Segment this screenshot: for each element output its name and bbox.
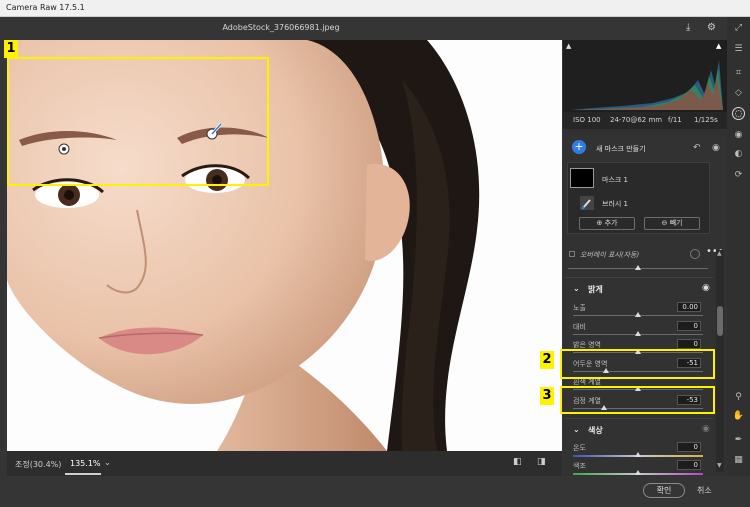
- annotation-label-3: 3: [540, 387, 554, 405]
- subtract-from-mask-button[interactable]: ⊖ 빼기: [644, 217, 700, 230]
- color-section-title: 색상: [588, 426, 603, 435]
- cancel-button[interactable]: 취소: [697, 485, 712, 496]
- panel-scrollbar[interactable]: ▲ ▼: [716, 250, 724, 472]
- tool-strip: ⤢ ☰ ⌗ ◇ ◌ ◉ ◐ ⟳ ⚲ ✋ ✒ ▦: [727, 17, 750, 476]
- light-collapse-icon[interactable]: ⌄: [573, 284, 580, 293]
- snapshots-icon[interactable]: ⟳: [732, 169, 745, 182]
- edit-sliders-icon[interactable]: ☰: [732, 43, 745, 56]
- mask-thumbnail[interactable]: [570, 168, 594, 188]
- overlay-slider-knob[interactable]: [635, 265, 641, 270]
- crop-icon[interactable]: ⌗: [732, 67, 745, 80]
- color-slider-value-1[interactable]: 0: [677, 460, 701, 470]
- iso-value: ISO 100: [573, 116, 601, 124]
- add-to-mask-button[interactable]: ⊕ 추가: [579, 217, 635, 230]
- section-divider-2: [565, 418, 713, 419]
- color-slider-value-0[interactable]: 0: [677, 442, 701, 452]
- highlight-clip-icon[interactable]: ▲: [716, 42, 721, 50]
- fit-zoom-button[interactable]: 조정(30.4%): [15, 459, 61, 470]
- light-slider-value-2[interactable]: 0: [677, 339, 701, 349]
- chevron-down-icon[interactable]: ⌄: [104, 458, 111, 467]
- masking-icon[interactable]: ◌: [732, 107, 745, 120]
- window-title: Camera Raw 17.5.1: [6, 3, 85, 12]
- title-bar: Camera Raw 17.5.1: [0, 0, 750, 17]
- undo-mask-icon[interactable]: ↶: [693, 143, 701, 153]
- light-slider-knob-1[interactable]: [635, 330, 641, 336]
- lens-value: 24-70@62 mm: [610, 116, 663, 124]
- annotation-box-2: [560, 349, 715, 379]
- color-slider-label-0: 온도: [573, 444, 586, 452]
- histogram: ▲ ▲: [563, 40, 727, 112]
- gear-icon[interactable]: ⚙: [707, 22, 716, 34]
- zoom-level[interactable]: 135.1%: [70, 459, 101, 468]
- light-visibility-icon[interactable]: ◉: [702, 283, 710, 293]
- add-mask-icon[interactable]: +: [572, 140, 586, 154]
- split-view-icon[interactable]: ◨: [537, 457, 546, 467]
- color-slider-label-1: 색조: [573, 462, 586, 470]
- eraser-icon[interactable]: ◇: [732, 87, 745, 100]
- mask-name[interactable]: 마스크 1: [602, 175, 628, 185]
- eye-icon[interactable]: ◉: [712, 143, 720, 153]
- subtract-component-icon: ⊖: [661, 219, 670, 227]
- scroll-down-icon[interactable]: ▼: [717, 462, 722, 469]
- color-visibility-icon[interactable]: ◉: [702, 424, 710, 434]
- new-mask-label[interactable]: 새 마스크 만들기: [596, 144, 646, 154]
- eyedropper-icon[interactable]: ✒: [732, 434, 745, 447]
- hand-icon[interactable]: ✋: [732, 410, 745, 423]
- light-slider-knob-0[interactable]: [635, 312, 641, 317]
- add-component-icon: ⊕: [596, 219, 605, 227]
- annotation-box-3: [560, 386, 715, 414]
- light-section-title: 밝게: [588, 285, 603, 294]
- annotation-label-2: 2: [540, 351, 554, 369]
- overlay-label: 오버레이 표시(자동): [580, 251, 640, 259]
- subtract-button-label: 빼기: [669, 219, 683, 227]
- zoom-bar: 조정(30.4%) 135.1% ⌄ ◧ ◨: [7, 451, 562, 476]
- exif-bar: ISO 100 24-70@62 mm f/11 1/125s: [563, 112, 727, 129]
- scrollbar-thumb[interactable]: [717, 306, 723, 336]
- grid-icon[interactable]: ▦: [732, 454, 745, 467]
- ok-button[interactable]: 확인: [643, 483, 685, 498]
- redeye-icon[interactable]: ◉: [732, 129, 745, 142]
- color-slider-knob-1[interactable]: [635, 470, 641, 475]
- fullscreen-icon[interactable]: ⤢: [732, 22, 745, 35]
- color-collapse-icon[interactable]: ⌄: [573, 425, 580, 434]
- aperture-value: f/11: [668, 116, 682, 124]
- download-icon[interactable]: ⤓: [686, 22, 690, 34]
- brush-name[interactable]: 브러시 1: [602, 199, 628, 209]
- overlay-color-swatch[interactable]: [690, 249, 700, 259]
- shadow-clip-icon[interactable]: ▲: [566, 42, 571, 50]
- presets-icon[interactable]: ◐: [732, 148, 745, 161]
- file-name: AdobeStock_376066981.jpeg: [222, 23, 340, 32]
- annotation-label-1: 1: [4, 40, 18, 58]
- color-slider-knob-0[interactable]: [635, 452, 641, 457]
- shutter-value: 1/125s: [694, 116, 718, 124]
- annotation-box-1: [7, 57, 269, 186]
- light-slider-label-0: 노출: [573, 304, 586, 312]
- zoom-icon[interactable]: ⚲: [732, 391, 745, 404]
- light-slider-label-1: 대비: [573, 322, 586, 331]
- light-slider-value-1[interactable]: 0: [677, 320, 701, 331]
- brush-icon: [580, 196, 594, 210]
- zoom-underline: [65, 473, 101, 475]
- overlay-checkbox[interactable]: [569, 251, 575, 257]
- section-divider: [565, 277, 713, 278]
- light-slider-value-0[interactable]: 0.00: [677, 302, 701, 312]
- scroll-up-icon[interactable]: ▲: [717, 250, 722, 257]
- before-after-icon[interactable]: ◧: [513, 457, 522, 467]
- add-button-label: 추가: [604, 219, 618, 227]
